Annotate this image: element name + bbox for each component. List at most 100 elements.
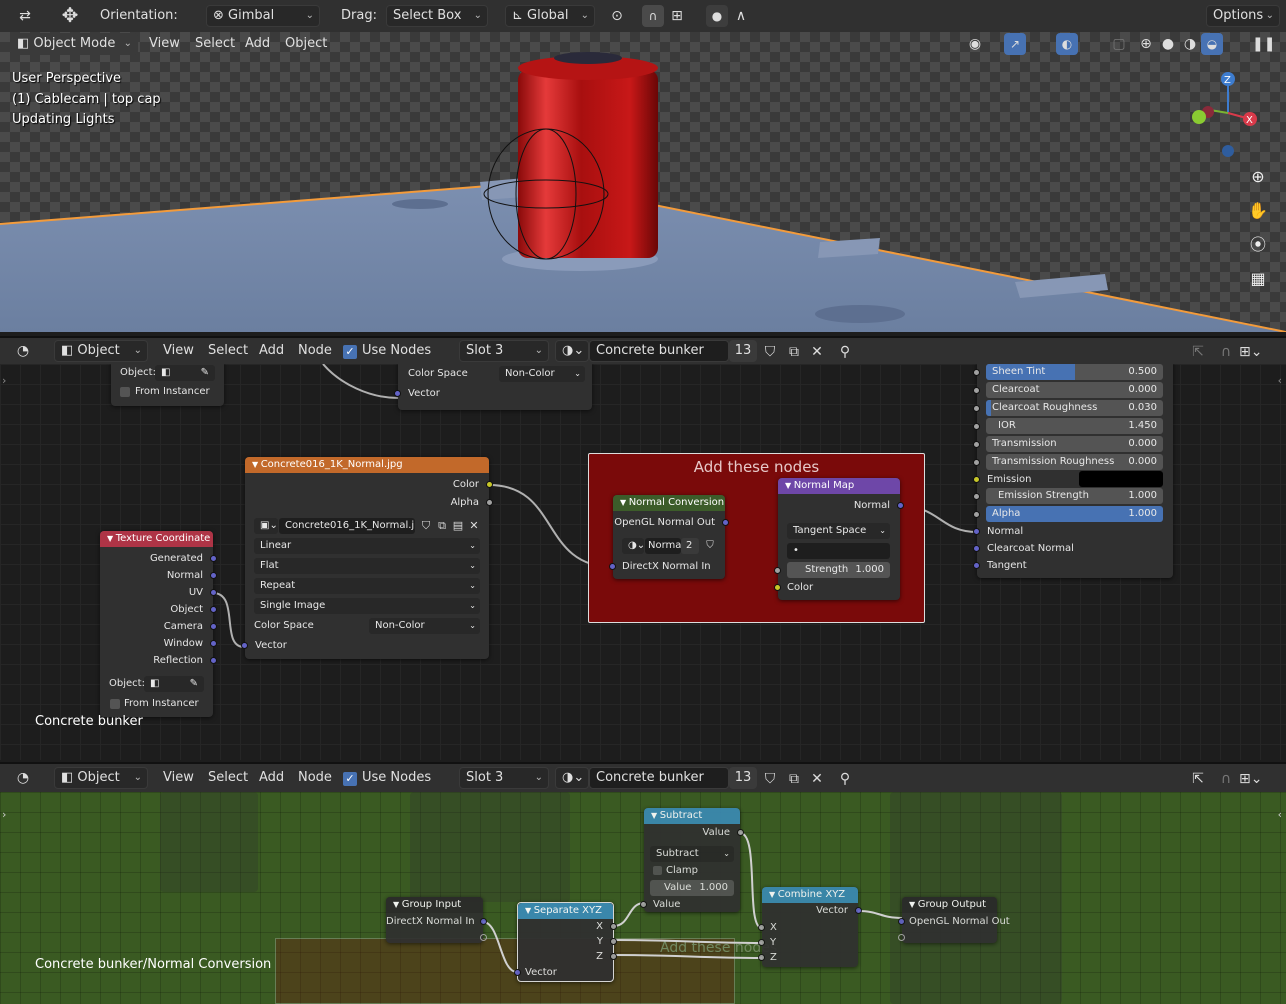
mode-dropdown[interactable]: ◧ Object Mode ⌄ [10, 33, 138, 55]
image-unlink-icon[interactable]: ✕ [463, 515, 485, 537]
emission-strength-socket[interactable] [973, 493, 980, 500]
partial-object-field[interactable]: ◧ ✎ [155, 365, 215, 381]
combine-vector-socket[interactable] [855, 907, 862, 914]
ne2-material-browse-button[interactable]: ◑⌄ [555, 767, 589, 789]
image-name-field[interactable]: Concrete016_1K_Normal.jpg [279, 518, 415, 534]
subtract-header[interactable]: ▼ Subtract [644, 808, 740, 824]
normal-space-dropdown[interactable]: Tangent Space ⌄ [787, 523, 890, 539]
editor-type-icon[interactable]: ◔ [12, 340, 34, 362]
ne2-material-users-count[interactable]: 13 [729, 767, 757, 789]
image-texture-node[interactable]: ▼ Concrete016_1K_Normal.jpg Color Alpha … [241, 457, 493, 659]
ne2-slot-dropdown[interactable]: Slot 3 ⌄ [459, 767, 549, 789]
group-output-header[interactable]: ▼ Group Output [902, 897, 997, 913]
principled-bsdf-partial-node[interactable]: Sheen Tint 0.500 Clearcoat 0.000 Clearcoat R… [973, 364, 1173, 578]
material-name-field[interactable]: Concrete bunker [589, 340, 729, 362]
ne1-toolbar-expand-icon[interactable]: › [2, 374, 6, 387]
alpha-field[interactable]: Alpha 1.000 [986, 506, 1163, 522]
bsdf-value-field[interactable]: IOR 1.450 [986, 418, 1163, 434]
navigation-gizmo[interactable]: Z X [1190, 70, 1260, 170]
texcoord-window-socket[interactable] [210, 640, 217, 647]
options-dropdown[interactable]: Options ⌄ [1206, 5, 1280, 27]
separate-y-socket[interactable] [610, 938, 617, 945]
ne2-parent-node-tree-icon[interactable]: ⇱ [1187, 768, 1209, 790]
separate-x-socket[interactable] [610, 923, 617, 930]
texcoord-object-socket[interactable] [210, 606, 217, 613]
bsdf-row-socket[interactable] [973, 459, 980, 466]
group-input-node[interactable]: ▼ Group Input DirectX Normal In [386, 897, 487, 943]
texture-coordinate-node[interactable]: ▼ Texture Coordinate Generated Normal UV… [100, 531, 217, 717]
ne2-menu-add[interactable]: Add [259, 767, 284, 789]
image-alpha-socket[interactable] [486, 499, 493, 506]
solid-shading-icon[interactable]: ● [1157, 33, 1179, 55]
drag-dropdown[interactable]: Select Box ⌄ [386, 5, 488, 27]
overlay-toggle[interactable]: ◐ [1056, 33, 1078, 55]
bsdf-row-socket[interactable] [973, 405, 980, 412]
strength-socket[interactable] [774, 567, 781, 574]
ne1-menu-select[interactable]: Select [208, 340, 248, 362]
ne1-menu-node[interactable]: Node [298, 340, 332, 362]
group-output-node[interactable]: ▼ Group Output OpenGL Normal Out [898, 897, 1010, 943]
texcoord-generated-socket[interactable] [210, 555, 217, 562]
move-pivot-icon[interactable]: ✥ [59, 4, 81, 26]
wireframe-shading-icon[interactable]: ⊕ [1135, 33, 1157, 55]
projection-dropdown[interactable]: Flat ⌄ [254, 558, 480, 574]
emission-strength-field[interactable]: Emission Strength 1.000 [986, 488, 1163, 504]
group-input-out-socket[interactable] [480, 918, 487, 925]
perspective-grid-icon[interactable]: ▦ [1247, 268, 1269, 290]
material-browse-button[interactable]: ◑⌄ [555, 340, 589, 362]
use-nodes-checkbox[interactable]: ✓ [343, 345, 357, 359]
menu-add[interactable]: Add [245, 33, 270, 55]
ne1-snap-icon[interactable]: ∩ [1215, 341, 1237, 363]
image-colorspace-dropdown[interactable]: Non-Color ⌄ [369, 618, 480, 634]
ne2-toolbar-expand-icon[interactable]: › [2, 808, 6, 821]
bsdf-value-field[interactable]: Transmission Roughness 0.000 [986, 454, 1163, 470]
gizmo-toggle[interactable]: ↗ [1004, 33, 1026, 55]
group-fake-user-icon[interactable]: ⛉ [699, 535, 721, 557]
combine-xyz-header[interactable]: ▼ Combine XYZ [762, 887, 858, 903]
ne2-editor-type-icon[interactable]: ◔ [12, 767, 34, 789]
bsdf-value-field[interactable]: Clearcoat Roughness 0.030 [986, 400, 1163, 416]
node-editor-2-canvas[interactable]: Add these nodes ▼ Subtract Value Subtrac… [0, 792, 1286, 1004]
group-input-empty-socket[interactable] [480, 934, 487, 941]
alpha-socket[interactable] [973, 511, 980, 518]
combine-xyz-node[interactable]: ▼ Combine XYZ Vector X Y Z [758, 887, 862, 967]
texcoord-reflection-socket[interactable] [210, 657, 217, 664]
ne1-sidebar-expand-icon[interactable]: ‹ [1278, 374, 1282, 387]
normal-map-header[interactable]: ▼ Normal Map [778, 478, 900, 494]
ne1-menu-add[interactable]: Add [259, 340, 284, 362]
falloff-icon[interactable]: ∧ [730, 5, 752, 27]
group-name-field[interactable]: Norma [645, 538, 681, 554]
xray-icon[interactable]: ▢ [1108, 33, 1130, 55]
partial-colorspace-dropdown[interactable]: Non-Color ⌄ [499, 366, 585, 382]
texcoord-object-field[interactable]: ◧ ✎ [144, 676, 204, 692]
parent-node-tree-icon[interactable]: ⇱ [1187, 341, 1209, 363]
ne2-snap-icon[interactable]: ∩ [1215, 768, 1237, 790]
ne2-sidebar-expand-icon[interactable]: ‹ [1278, 808, 1282, 821]
uv-map-field[interactable]: • [787, 543, 890, 559]
normal-conversion-header[interactable]: ▼ Normal Conversion⧉ [613, 495, 725, 511]
unlink-x-icon[interactable]: ✕ [806, 341, 828, 363]
bsdf-value-field[interactable]: Transmission 0.000 [986, 436, 1163, 452]
ne2-material-name-field[interactable]: Concrete bunker [589, 767, 729, 789]
pan-hand-icon[interactable]: ✋ [1247, 200, 1269, 222]
pause-icon[interactable]: ❚❚ [1252, 33, 1275, 55]
transform-tool-icon[interactable]: ⇄ [14, 5, 36, 27]
normal-map-node[interactable]: ▼ Normal Map Normal Tangent Space ⌄ • Str… [774, 478, 904, 600]
slot-dropdown[interactable]: Slot 3 ⌄ [459, 340, 549, 362]
ne2-unlink-x-icon[interactable]: ✕ [806, 768, 828, 790]
subtract-out-socket[interactable] [737, 829, 744, 836]
subtract-value-field[interactable]: Value 1.000 [650, 880, 734, 896]
bsdf-value-field[interactable]: Clearcoat 0.000 [986, 382, 1163, 398]
normal-conversion-out-socket[interactable] [722, 519, 729, 526]
bsdf-row-socket[interactable] [973, 441, 980, 448]
snap-toggle[interactable]: ∩ [642, 5, 664, 27]
interpolation-dropdown[interactable]: Linear ⌄ [254, 538, 480, 554]
orientation-dropdown[interactable]: ⊗ Gimbal ⌄ [206, 5, 320, 27]
texcoord-camera-socket[interactable] [210, 623, 217, 630]
snap-increment-icon[interactable]: ⊞ [666, 5, 688, 27]
ne1-menu-view[interactable]: View [163, 340, 194, 362]
visibility-eye-icon[interactable]: ◉ [964, 33, 986, 55]
ne2-fake-user-shield-icon[interactable]: ⛉ [759, 768, 781, 790]
normal-conversion-node[interactable]: ▼ Normal Conversion⧉ OpenGL Normal Out ◑… [609, 495, 729, 579]
menu-view[interactable]: View [149, 33, 180, 55]
